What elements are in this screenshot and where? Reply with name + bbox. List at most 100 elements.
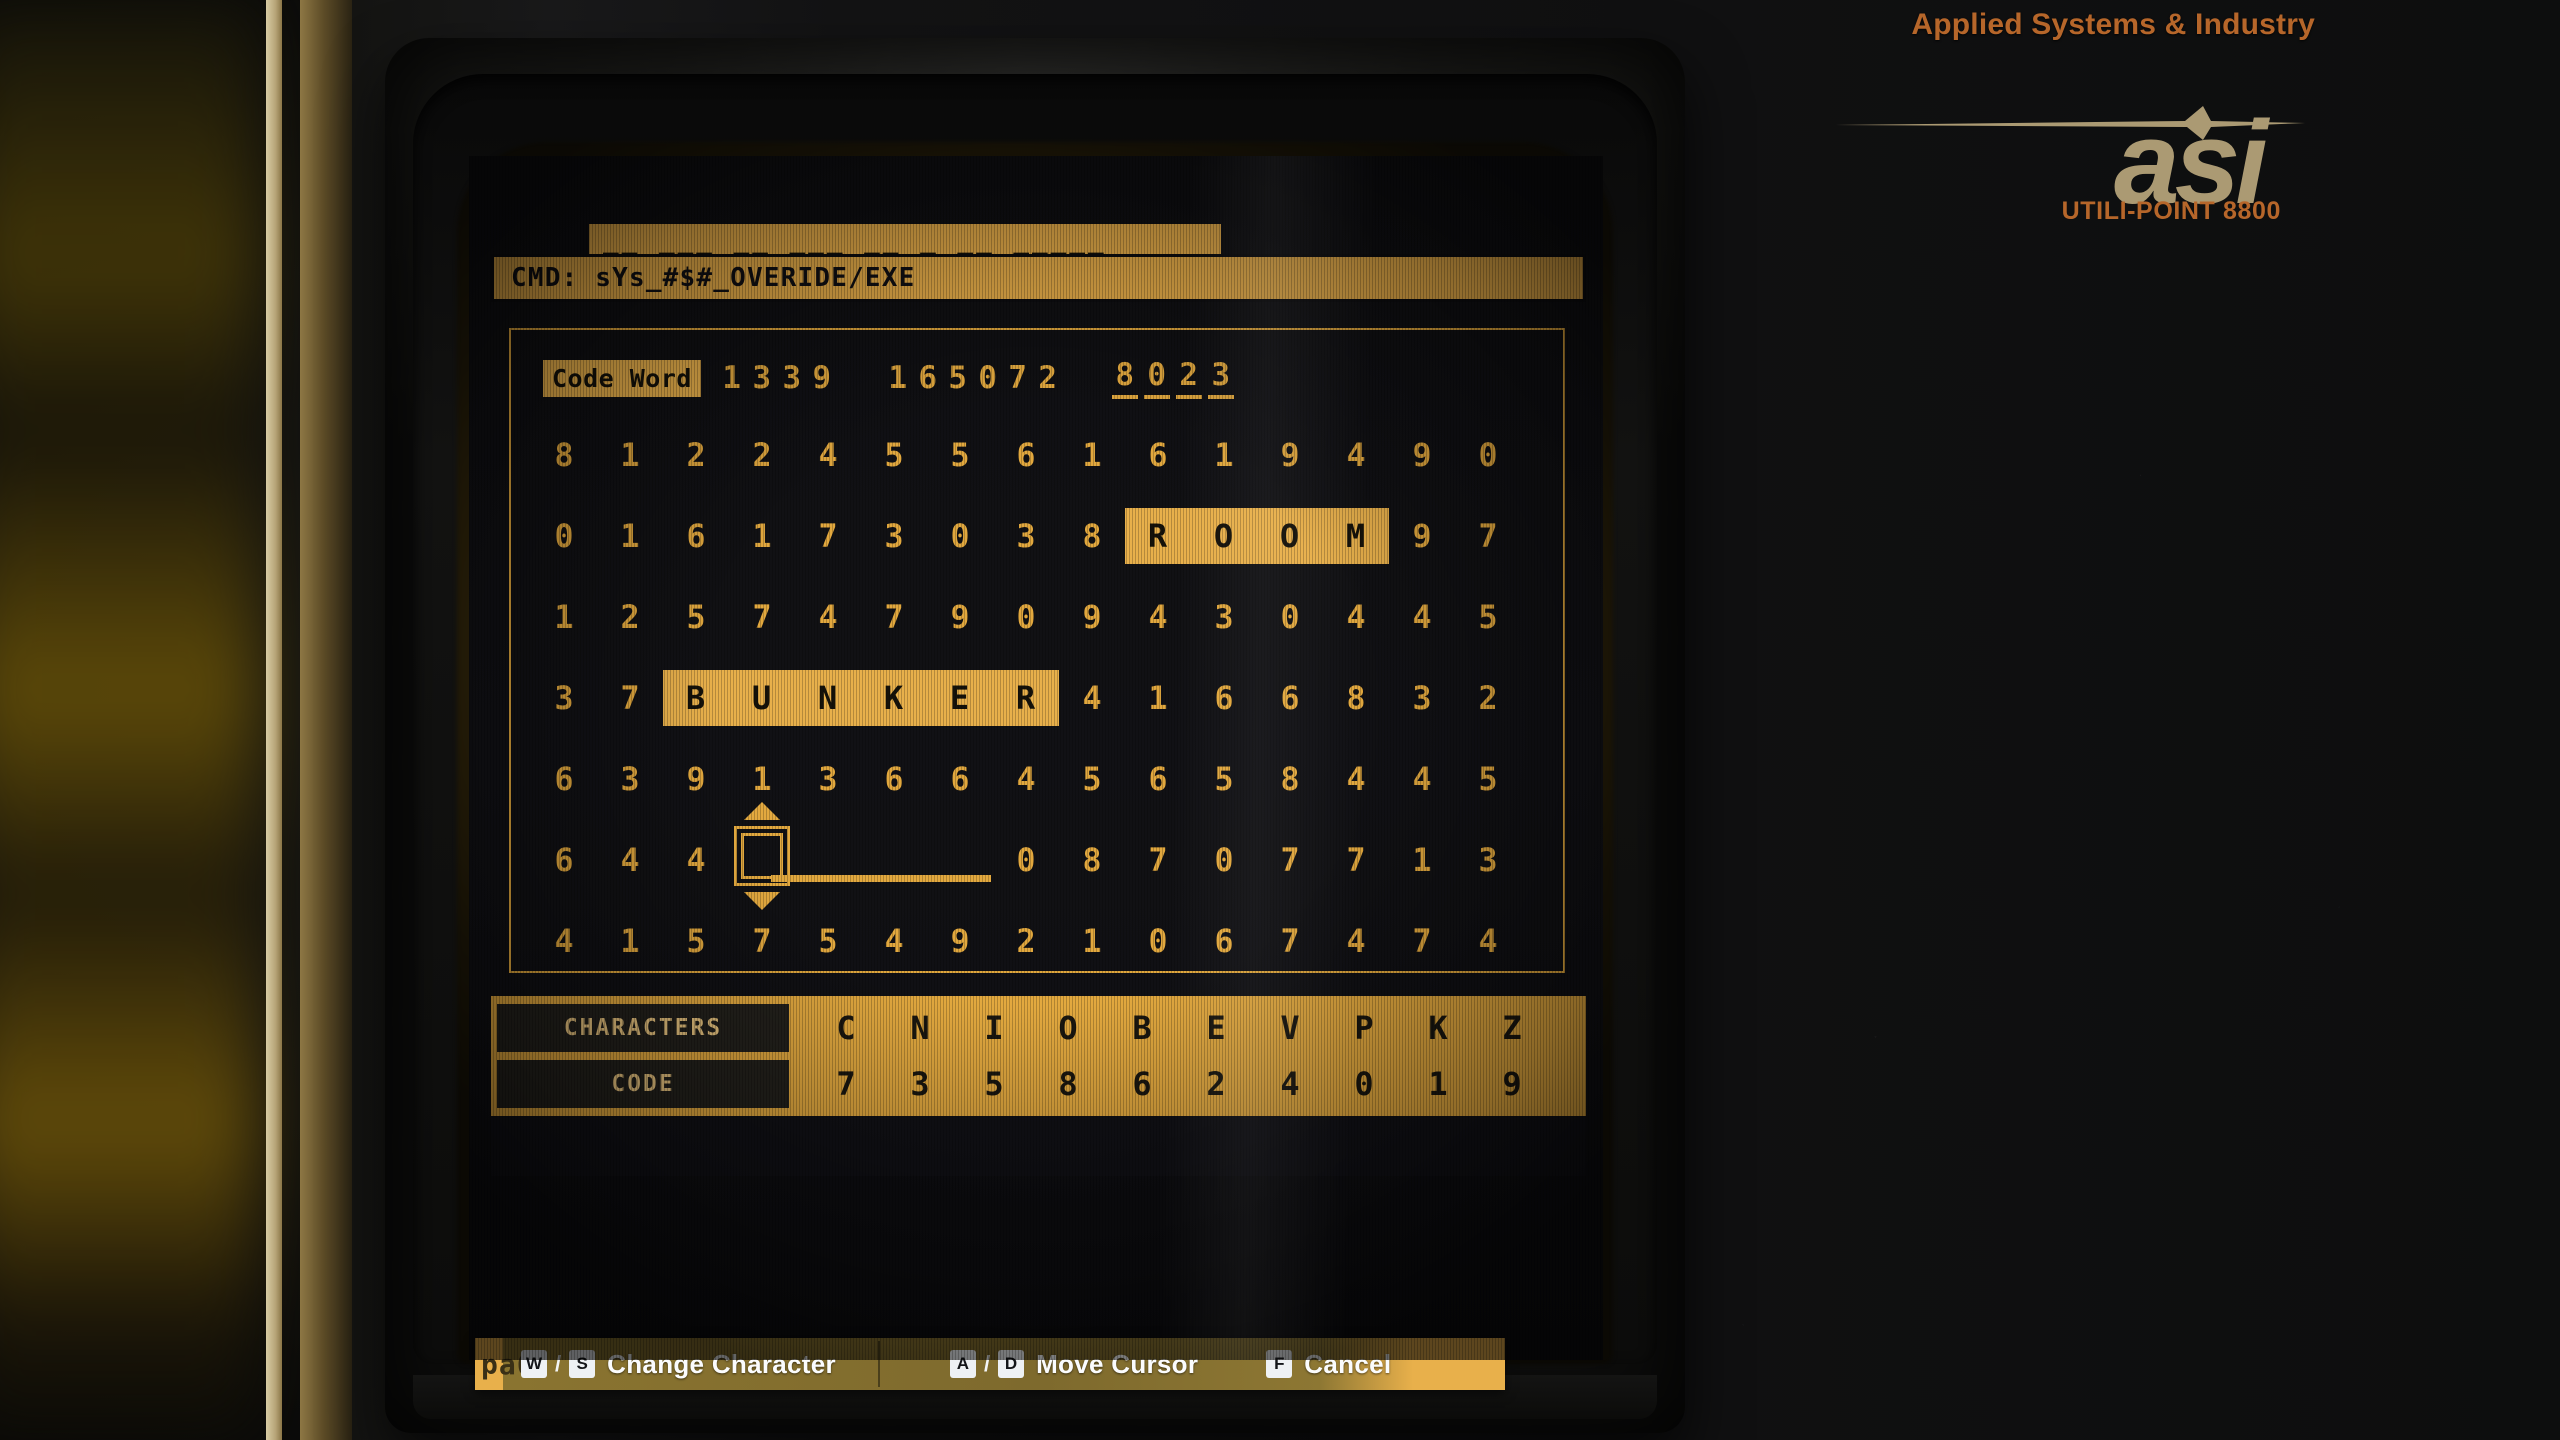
code-grid-cell[interactable]: 7 — [1257, 925, 1323, 957]
code-grid-cell[interactable]: 4 — [1323, 925, 1389, 957]
code-grid-cell[interactable]: 1 — [597, 925, 663, 957]
code-grid-cell[interactable]: 7 — [597, 682, 663, 714]
code-grid-cell[interactable]: 8 — [1059, 844, 1125, 876]
code-grid-cell[interactable]: 7 — [1323, 844, 1389, 876]
code-grid-cell[interactable]: 9 — [1389, 520, 1455, 552]
code-grid-cell[interactable]: 4 — [1323, 439, 1389, 471]
code-grid-cell[interactable]: 3 — [597, 763, 663, 795]
code-grid-cell[interactable]: 2 — [597, 601, 663, 633]
code-grid-cell[interactable]: 1 — [531, 601, 597, 633]
code-grid-cell[interactable]: 5 — [1455, 763, 1521, 795]
code-grid-cell[interactable]: 8 — [1059, 520, 1125, 552]
hint-cancel[interactable]: F Cancel — [1266, 1349, 1391, 1380]
code-grid-cell[interactable]: 4 — [663, 844, 729, 876]
code-grid-cell[interactable]: 9 — [663, 763, 729, 795]
code-grid-cell[interactable]: 9 — [927, 925, 993, 957]
code-grid-cell[interactable]: 2 — [663, 439, 729, 471]
code-grid-cell[interactable]: 8 — [1257, 763, 1323, 795]
code-grid-cell[interactable]: 5 — [663, 925, 729, 957]
code-grid-cell[interactable]: 6 — [531, 763, 597, 795]
code-grid-cell[interactable]: 4 — [993, 763, 1059, 795]
key-f[interactable]: F — [1266, 1350, 1293, 1378]
code-grid-cell[interactable]: 1 — [1059, 925, 1125, 957]
code-grid-cell[interactable]: 3 — [993, 520, 1059, 552]
code-word-digit[interactable]: 3 — [1207, 357, 1234, 399]
code-grid-cell[interactable]: 1 — [1125, 682, 1191, 714]
code-grid-cell[interactable]: 7 — [729, 601, 795, 633]
code-grid-cell[interactable]: 6 — [1191, 925, 1257, 957]
code-grid-cell[interactable]: 0 — [1125, 925, 1191, 957]
cursor-down-arrow-icon[interactable] — [744, 892, 780, 910]
code-grid-cell[interactable]: 9 — [1059, 601, 1125, 633]
code-grid-cell[interactable]: 0 — [1257, 601, 1323, 633]
code-grid-cell[interactable]: 4 — [795, 601, 861, 633]
code-grid-cell[interactable]: 7 — [1257, 844, 1323, 876]
code-grid-cell[interactable]: 1 — [597, 520, 663, 552]
code-grid-cell[interactable]: 8 — [531, 439, 597, 471]
code-word-digit[interactable]: 0 — [1143, 357, 1170, 399]
code-grid-cell[interactable]: 0 — [1455, 439, 1521, 471]
code-grid-cell[interactable]: 2 — [993, 925, 1059, 957]
code-grid-cell[interactable]: 1 — [1059, 439, 1125, 471]
code-grid-cell[interactable]: 6 — [993, 439, 1059, 471]
code-grid-cell[interactable]: 1 — [1389, 844, 1455, 876]
key-d[interactable]: D — [998, 1350, 1025, 1378]
code-grid-cell[interactable]: 0 — [993, 601, 1059, 633]
code-grid-cell[interactable]: 4 — [1323, 763, 1389, 795]
code-grid-cell[interactable]: 7 — [729, 925, 795, 957]
code-grid-cell[interactable]: 4 — [1125, 601, 1191, 633]
code-grid-cell[interactable]: 7 — [1125, 844, 1191, 876]
code-grid-cell[interactable]: 3 — [1389, 682, 1455, 714]
code-grid-cell[interactable]: 1 — [729, 520, 795, 552]
code-grid[interactable]: 812245561619490016173038ROOM97ROOM125747… — [531, 414, 1543, 1062]
code-grid-cell[interactable]: 9 — [1257, 439, 1323, 471]
code-grid-cell[interactable]: 5 — [1059, 763, 1125, 795]
key-a[interactable]: A — [949, 1350, 976, 1378]
code-grid-cell[interactable]: 7 — [1455, 520, 1521, 552]
code-word-digit[interactable]: 2 — [1175, 357, 1202, 399]
code-grid-cell[interactable]: 5 — [861, 439, 927, 471]
code-grid-cell[interactable]: 6 — [1125, 439, 1191, 471]
code-grid-cell[interactable]: 3 — [861, 520, 927, 552]
code-grid-cell[interactable]: 0 — [1191, 844, 1257, 876]
code-grid-cell[interactable]: 8 — [1323, 682, 1389, 714]
cursor-up-arrow-icon[interactable] — [744, 802, 780, 820]
code-grid-cell[interactable]: 1 — [1191, 439, 1257, 471]
code-grid-cell[interactable]: 9 — [1389, 439, 1455, 471]
code-grid-cell[interactable]: 6 — [861, 763, 927, 795]
code-grid-cell[interactable]: 2 — [1455, 682, 1521, 714]
code-grid-cell[interactable]: 4 — [1059, 682, 1125, 714]
code-grid-cell[interactable]: 6 — [663, 520, 729, 552]
code-grid-cell[interactable]: 6 — [531, 844, 597, 876]
code-grid-cell[interactable]: 3 — [795, 763, 861, 795]
code-grid-cell[interactable]: 5 — [663, 601, 729, 633]
code-grid-cell[interactable]: 5 — [1455, 601, 1521, 633]
character-selector-cursor[interactable] — [734, 802, 790, 910]
code-grid-cell[interactable]: 1 — [597, 439, 663, 471]
code-grid-cell[interactable]: 3 — [531, 682, 597, 714]
code-grid-cell[interactable]: 7 — [861, 601, 927, 633]
code-grid-cell[interactable]: 6 — [1191, 682, 1257, 714]
code-grid-cell[interactable]: 5 — [1191, 763, 1257, 795]
hint-change-character[interactable]: W / S Change Character — [521, 1349, 836, 1380]
code-grid-cell[interactable]: 7 — [795, 520, 861, 552]
code-grid-cell[interactable]: 3 — [1455, 844, 1521, 876]
code-grid-cell[interactable]: 4 — [531, 925, 597, 957]
code-grid-cell[interactable]: 4 — [1323, 601, 1389, 633]
code-grid-cell[interactable]: 4 — [795, 439, 861, 471]
code-grid-cell[interactable]: 6 — [1257, 682, 1323, 714]
code-grid-empty-cell[interactable] — [927, 844, 993, 876]
code-grid-cell[interactable]: 3 — [1191, 601, 1257, 633]
code-grid-cell[interactable]: 4 — [1389, 763, 1455, 795]
found-word-room[interactable]: ROOM — [1125, 507, 1389, 564]
found-word-bunker[interactable]: BUNKER — [663, 669, 1059, 726]
code-grid-cell[interactable]: 0 — [531, 520, 597, 552]
code-grid-cell[interactable]: 4 — [597, 844, 663, 876]
code-grid-cell[interactable]: 9 — [927, 601, 993, 633]
code-grid-cell[interactable]: 6 — [1125, 763, 1191, 795]
key-s[interactable]: S — [569, 1350, 596, 1378]
code-grid-cell[interactable]: 4 — [1389, 601, 1455, 633]
code-grid-cell[interactable]: 5 — [927, 439, 993, 471]
code-grid-cell[interactable]: 0 — [927, 520, 993, 552]
code-grid-cell[interactable]: 6 — [927, 763, 993, 795]
